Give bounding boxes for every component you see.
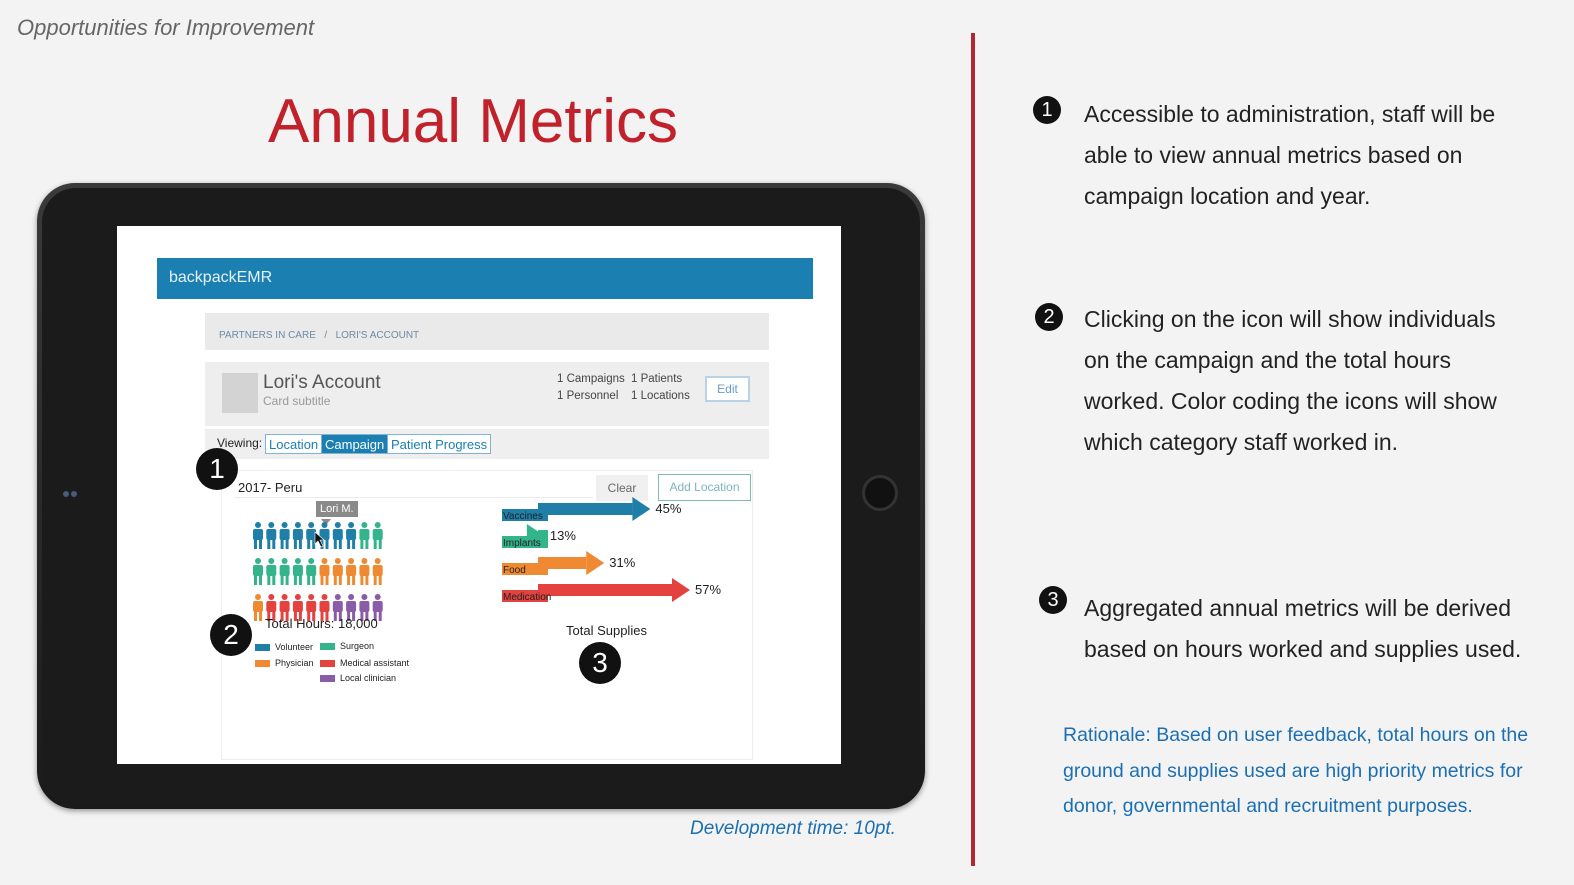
- person-icon[interactable]: [319, 558, 330, 585]
- person-icon[interactable]: [346, 558, 357, 585]
- person-icon[interactable]: [332, 558, 343, 585]
- person-icon[interactable]: [279, 522, 290, 549]
- stat-patients: 1 Patients: [631, 373, 683, 385]
- viewing-row: Viewing: Location Campaign Patient Progr…: [205, 429, 769, 459]
- bar-value-label: 45%: [655, 501, 681, 516]
- person-tooltip: Lori M.: [316, 501, 358, 517]
- stat-locations: 1 Locations: [631, 390, 690, 402]
- legend-surgeon: Surgeon: [320, 641, 374, 651]
- edit-button[interactable]: Edit: [705, 376, 750, 402]
- legend-medical-assistant: Medical assistant: [320, 658, 409, 668]
- account-card: Lori's Account Card subtitle 1 Campaigns…: [205, 362, 769, 426]
- callout-badge-3: 3: [579, 642, 621, 684]
- rationale-line: ground and supplies used are high priori…: [1063, 759, 1523, 782]
- bar-value-label: 57%: [695, 582, 721, 597]
- note-3-badge: 3: [1039, 586, 1067, 614]
- person-icon[interactable]: [253, 594, 263, 621]
- legend-local-clinician: Local clinician: [320, 673, 396, 683]
- person-icon[interactable]: [372, 522, 383, 549]
- slide-title: Annual Metrics: [268, 87, 679, 156]
- total-hours-label: Total Hours: 18,000: [265, 616, 378, 631]
- person-icon[interactable]: [266, 522, 277, 549]
- breadcrumb-separator: /: [324, 330, 328, 341]
- note-3: Aggregated annual metrics will be derive…: [1084, 588, 1521, 670]
- bar-category-label: Food: [503, 565, 526, 576]
- legend-swatch: [320, 660, 335, 668]
- person-icon[interactable]: [292, 558, 303, 585]
- viewing-label: Viewing:: [217, 436, 263, 450]
- rationale-line: donor, governmental and recruitment purp…: [1063, 795, 1473, 817]
- note-2: Clicking on the icon will show individua…: [1084, 299, 1497, 463]
- account-name: Lori's Account: [263, 372, 381, 393]
- legend-swatch: [255, 660, 270, 668]
- legend-swatch: [320, 675, 335, 683]
- metrics-panel: 2017- Peru Clear Add Location Lori M. To…: [210, 470, 753, 760]
- note-2-line: Clicking on the icon will show individua…: [1084, 306, 1496, 332]
- legend-swatch: [320, 643, 335, 651]
- person-icon[interactable]: [279, 558, 290, 585]
- note-2-badge: 2: [1035, 303, 1063, 331]
- stat-campaigns: 1 Campaigns: [557, 373, 625, 385]
- app-name[interactable]: backpackEMR: [169, 269, 272, 287]
- note-1-line: campaign location and year.: [1084, 183, 1371, 209]
- staff-pictogram[interactable]: [252, 521, 402, 621]
- rationale: Rationale: Based on user feedback, total…: [1063, 718, 1528, 825]
- legend-physician: Physician: [255, 658, 314, 668]
- tooltip-name: Lori M.: [320, 503, 354, 515]
- callout-badge-1: 1: [196, 448, 238, 490]
- bar-category-label: Implants: [503, 538, 541, 549]
- note-2-line: on the campaign and the total hours: [1084, 347, 1451, 373]
- account-subtitle: Card subtitle: [263, 394, 331, 408]
- app-screen: backpackEMR PARTNERS IN CARE / LORI'S AC…: [117, 226, 841, 764]
- vertical-divider: [971, 33, 975, 866]
- tab-location[interactable]: Location: [265, 434, 323, 454]
- note-1: Accessible to administration, staff will…: [1084, 94, 1495, 217]
- legend-swatch: [255, 644, 270, 652]
- bar-category-label: Vaccines: [503, 511, 543, 522]
- note-1-badge: 1: [1033, 96, 1061, 124]
- person-icon[interactable]: [253, 522, 263, 549]
- person-icon[interactable]: [253, 558, 263, 585]
- person-icon[interactable]: [306, 558, 317, 585]
- legend-volunteer: Volunteer: [255, 642, 313, 652]
- note-3-line: based on hours worked and supplies used.: [1084, 636, 1522, 662]
- bar-value-label: 13%: [550, 528, 576, 543]
- slide-kicker: Opportunities for Improvement: [17, 15, 315, 40]
- note-3-line: Aggregated annual metrics will be derive…: [1084, 595, 1512, 621]
- person-icon[interactable]: [292, 522, 303, 549]
- note-2-line: worked. Color coding the icons will show: [1084, 388, 1497, 414]
- note-1-line: able to view annual metrics based on: [1084, 142, 1463, 168]
- person-icon[interactable]: [372, 558, 383, 585]
- breadcrumb-partners[interactable]: PARTNERS IN CARE: [219, 330, 316, 341]
- note-1-line: Accessible to administration, staff will…: [1084, 101, 1496, 127]
- tab-patient-progress[interactable]: Patient Progress: [387, 434, 492, 454]
- person-icon[interactable]: [346, 522, 357, 549]
- camera-icon: [63, 491, 77, 498]
- breadcrumb: PARTNERS IN CARE / LORI'S ACCOUNT: [205, 313, 769, 350]
- bar-value-label: 31%: [609, 555, 635, 570]
- total-supplies-label: Total Supplies: [566, 623, 647, 638]
- person-icon[interactable]: [266, 558, 277, 585]
- note-2-line: which category staff worked in.: [1084, 429, 1399, 455]
- person-icon[interactable]: [359, 522, 370, 549]
- avatar: [222, 373, 258, 413]
- tab-campaign[interactable]: Campaign: [321, 434, 389, 454]
- rationale-line: Rationale: Based on user feedback, total…: [1063, 724, 1529, 746]
- supplies-chart: Vaccines 45% Implants 13% Food 31% Medication 5…: [502, 497, 721, 603]
- callout-badge-2: 2: [210, 614, 252, 656]
- bar-category-label: Medication: [503, 592, 551, 603]
- stat-personnel: 1 Personnel: [557, 390, 619, 402]
- development-time: Development time: 10pt.: [690, 818, 896, 839]
- person-icon[interactable]: [332, 522, 343, 549]
- home-button-icon[interactable]: [862, 475, 898, 511]
- app-header-bar: backpackEMR: [157, 258, 813, 299]
- breadcrumb-account[interactable]: LORI'S ACCOUNT: [336, 330, 420, 341]
- person-icon[interactable]: [359, 558, 370, 585]
